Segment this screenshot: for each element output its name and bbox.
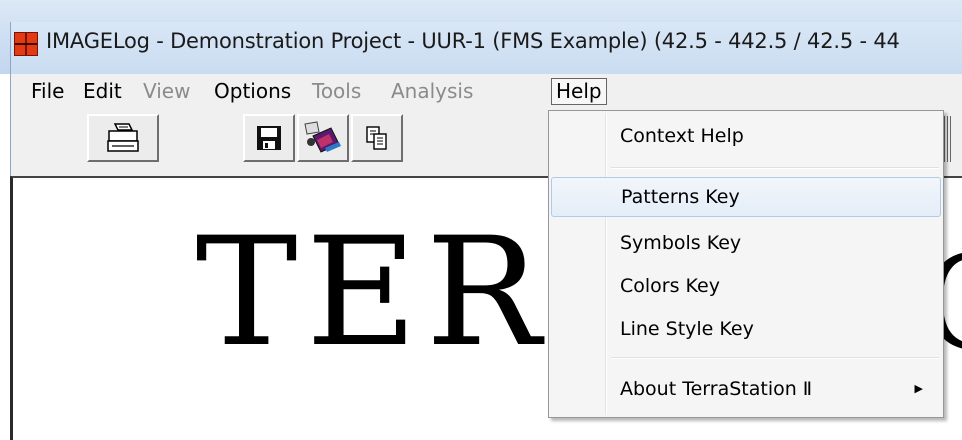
menu-item-context-help[interactable]: Context Help [551,116,941,156]
menu-bar: File Edit View Options Tools Analysis He… [10,74,962,110]
menu-item-colors-key[interactable]: Colors Key [551,266,941,306]
menu-options[interactable]: Options [210,78,295,105]
export-image-icon [304,121,341,153]
save-button[interactable] [243,114,295,162]
submenu-arrow-icon: ▶ [914,382,923,395]
menu-file[interactable]: File [27,78,68,105]
print-button[interactable] [87,114,159,162]
menu-analysis[interactable]: Analysis [387,78,477,105]
menu-tools[interactable]: Tools [308,78,365,105]
app-logo-icon [14,32,38,56]
copy-icon [366,126,387,150]
menu-separator [611,357,939,359]
menu-item-about-label: About TerraStation Ⅱ [620,378,813,400]
help-dropdown-menu: Context Help Patterns Key Symbols Key Co… [548,110,944,418]
menu-separator [611,167,939,169]
copy-button[interactable] [351,114,403,162]
app-window: IMAGELog - Demonstration Project - UUR-1… [0,0,962,440]
menu-help[interactable]: Help [551,78,607,105]
menu-view[interactable]: View [139,78,194,105]
canvas-logo-text: TER [195,206,549,380]
printer-icon [107,123,139,152]
menu-item-about[interactable]: About TerraStation Ⅱ ▶ [551,369,941,409]
save-disk-icon [257,126,281,150]
menu-item-line-style-key[interactable]: Line Style Key [551,309,941,349]
menu-edit[interactable]: Edit [79,78,126,105]
window-title: IMAGELog - Demonstration Project - UUR-1… [46,29,900,53]
export-image-button[interactable] [297,114,349,162]
menu-item-patterns-key[interactable]: Patterns Key [551,177,941,217]
menu-item-symbols-key[interactable]: Symbols Key [551,223,941,263]
title-bar[interactable]: IMAGELog - Demonstration Project - UUR-1… [0,0,962,74]
